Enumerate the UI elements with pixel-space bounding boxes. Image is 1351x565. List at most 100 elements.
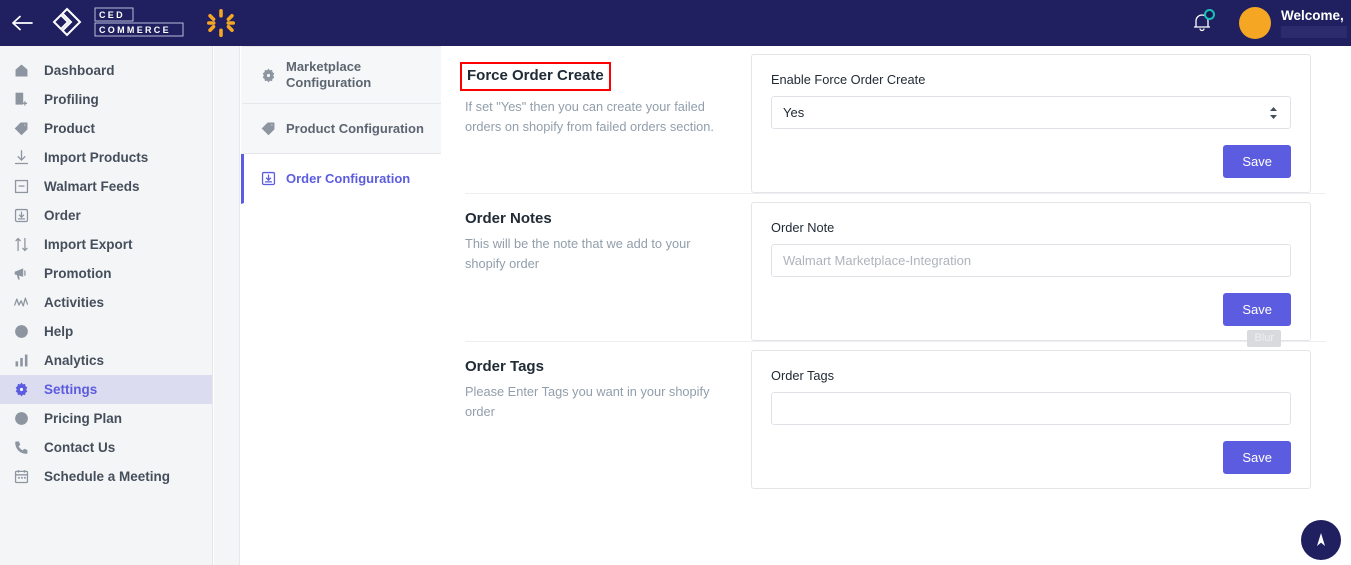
save-button[interactable]: Save xyxy=(1223,145,1291,178)
calendar-icon xyxy=(13,467,37,487)
sidebar-item-label: Walmart Feeds xyxy=(44,179,140,194)
settings-section: Force Order Create If set "Yes" then you … xyxy=(441,46,1351,193)
sidebar-item-order[interactable]: Order xyxy=(0,201,212,230)
top-header-bar: CED COMMERCE Welcome, xyxy=(0,0,1351,46)
sidebar-item-help[interactable]: ? Help xyxy=(0,317,212,346)
sidebar-scroll-gutter[interactable] xyxy=(214,46,240,565)
chevron-updown-icon xyxy=(1269,106,1278,120)
field-label: Order Tags xyxy=(771,368,835,383)
section-description: If set "Yes" then you can create your fa… xyxy=(465,99,714,134)
sidebar-item-analytics[interactable]: Analytics xyxy=(0,346,212,375)
sidebar-item-label: Promotion xyxy=(44,266,112,281)
save-button[interactable]: Save xyxy=(1223,441,1291,474)
sidebar-item-label: Product xyxy=(44,121,96,136)
tag-icon xyxy=(260,120,286,137)
home-icon xyxy=(13,61,37,81)
download-icon xyxy=(13,148,37,168)
bar-chart-icon xyxy=(13,351,37,371)
sidebar-item-import-export[interactable]: Import Export xyxy=(0,230,212,259)
inbox-icon xyxy=(13,177,37,197)
section-description: This will be the note that we add to you… xyxy=(465,236,691,271)
svg-text:CED: CED xyxy=(99,10,125,20)
sidebar-item-pricing-plan[interactable]: $ Pricing Plan xyxy=(0,404,212,433)
field-label: Enable Force Order Create xyxy=(771,72,926,87)
svg-text:$: $ xyxy=(19,414,24,424)
settings-section: Order Tags Please Enter Tags you want in … xyxy=(441,330,1351,489)
settings-card: Order Tags Save xyxy=(751,350,1311,489)
sidebar-item-label: Help xyxy=(44,324,74,339)
notification-badge xyxy=(1204,9,1215,20)
profile-add-icon xyxy=(13,90,37,110)
tab-label: Product Configuration xyxy=(286,120,424,136)
section-description-block: Order Notes This will be the note that we… xyxy=(441,194,751,341)
sidebar-item-import-products[interactable]: Import Products xyxy=(0,143,212,172)
svg-text:COMMERCE: COMMERCE xyxy=(99,25,171,35)
notifications-button[interactable] xyxy=(1185,0,1219,46)
cedcommerce-logo-mark xyxy=(52,7,82,37)
order-tags-input[interactable] xyxy=(771,392,1291,425)
tab-label: Order Configuration xyxy=(286,170,411,186)
settings-card: Enable Force Order Create Yes Save xyxy=(751,54,1311,193)
sidebar-item-label: Analytics xyxy=(44,353,105,368)
tab-order-configuration[interactable]: Order Configuration xyxy=(241,154,441,204)
phone-icon xyxy=(13,438,37,458)
dollar-circle-icon: $ xyxy=(13,409,37,429)
sidebar-item-label: Import Products xyxy=(44,150,149,165)
header-actions: Welcome, xyxy=(1185,0,1351,46)
sidebar-item-product[interactable]: Product xyxy=(0,114,212,143)
sidebar-item-walmart-feeds[interactable]: Walmart Feeds xyxy=(0,172,212,201)
navigate-up-icon xyxy=(1317,533,1325,546)
sidebar-item-label: Settings xyxy=(44,382,98,397)
sidebar-item-profiling[interactable]: Profiling xyxy=(0,85,212,114)
sidebar-item-activities[interactable]: Activities xyxy=(0,288,212,317)
force-order-create-select[interactable]: Yes xyxy=(771,96,1291,129)
tab-marketplace-configuration[interactable]: Marketplace Configuration xyxy=(241,46,441,104)
sidebar-item-contact-us[interactable]: Contact Us xyxy=(0,433,212,462)
settings-card: Order Note Walmart Marketplace-Integratio… xyxy=(751,202,1311,341)
sidebar-item-label: Import Export xyxy=(44,237,133,252)
select-value: Yes xyxy=(783,105,805,120)
main-content: Force Order Create If set "Yes" then you … xyxy=(441,46,1351,565)
sidebar-item-schedule-a-meeting[interactable]: Schedule a Meeting xyxy=(0,462,212,491)
welcome-block: Welcome, xyxy=(1281,8,1347,38)
brand-logo[interactable]: CED COMMERCE xyxy=(50,6,236,40)
username-blurred xyxy=(1281,26,1347,38)
sidebar-item-label: Profiling xyxy=(44,92,99,107)
walmart-spark-icon xyxy=(207,9,235,37)
gear-icon xyxy=(260,67,286,84)
save-row: Save xyxy=(771,441,1291,474)
order-box-icon xyxy=(260,170,286,187)
cedcommerce-wordmark: CED COMMERCE xyxy=(94,7,184,37)
primary-sidebar: Dashboard Profiling Product Import Products… xyxy=(0,46,213,565)
gear-icon xyxy=(13,380,37,400)
sidebar-item-settings[interactable]: Settings xyxy=(0,375,212,404)
scroll-to-top-button[interactable] xyxy=(1301,520,1341,560)
arrows-updown-icon xyxy=(13,235,37,255)
sidebar-item-label: Order xyxy=(44,208,81,223)
sidebar-item-label: Schedule a Meeting xyxy=(44,469,171,484)
settings-section: Order Notes This will be the note that we… xyxy=(441,194,1351,341)
back-button[interactable] xyxy=(0,0,46,46)
save-row: Save xyxy=(771,145,1291,178)
tag-icon xyxy=(13,119,37,139)
sidebar-item-label: Pricing Plan xyxy=(44,411,123,426)
field-label: Order Note xyxy=(771,220,835,235)
section-form-block: Enable Force Order Create Yes Save xyxy=(751,46,1311,193)
settings-tab-column: Marketplace Configuration Product Configu… xyxy=(241,46,441,565)
tab-product-configuration[interactable]: Product Configuration xyxy=(241,104,441,154)
section-description-block: Order Tags Please Enter Tags you want in … xyxy=(441,342,751,489)
megaphone-icon xyxy=(13,264,37,284)
avatar[interactable] xyxy=(1239,7,1271,39)
section-description: Please Enter Tags you want in your shopi… xyxy=(465,384,710,419)
sidebar-item-dashboard[interactable]: Dashboard xyxy=(0,56,212,85)
blur-badge: Blur xyxy=(1247,330,1281,347)
sidebar-item-label: Contact Us xyxy=(44,440,116,455)
sidebar-item-label: Dashboard xyxy=(44,63,115,78)
save-button[interactable]: Save xyxy=(1223,293,1291,326)
input-text: Walmart Marketplace-Integration xyxy=(783,253,972,268)
sidebar-item-promotion[interactable]: Promotion xyxy=(0,259,212,288)
welcome-label: Welcome, xyxy=(1281,8,1344,23)
save-row: Save xyxy=(771,293,1291,326)
order-note-input[interactable]: Walmart Marketplace-Integration xyxy=(771,244,1291,277)
arrow-left-icon xyxy=(12,15,33,31)
